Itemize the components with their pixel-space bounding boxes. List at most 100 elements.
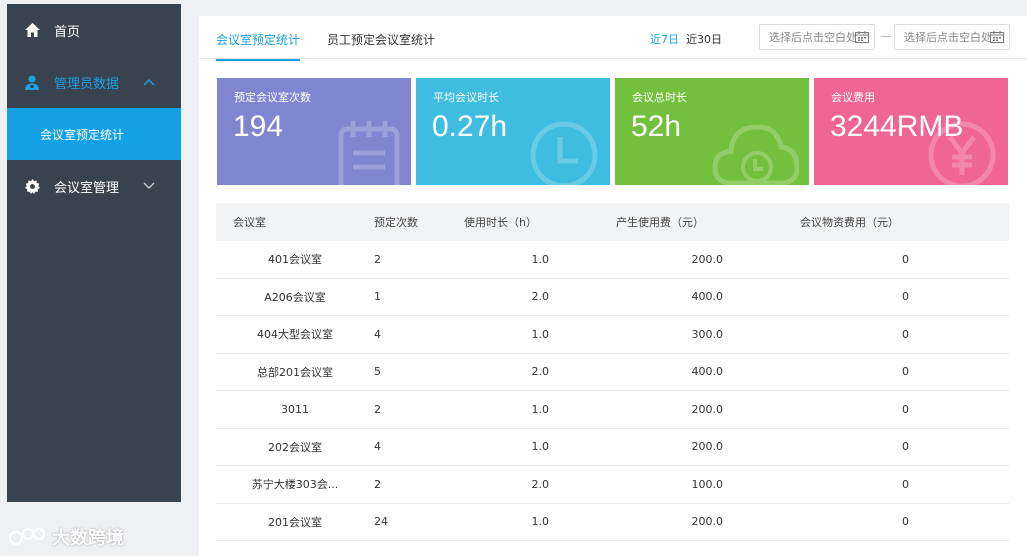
watermark-icon xyxy=(9,528,45,545)
stat-card-value: 52h xyxy=(631,110,682,143)
end-date-input[interactable]: 选择后点击空白处 xyxy=(894,24,1010,50)
cell-duration: 1.0 xyxy=(531,440,550,454)
table-row[interactable]: 3011 2 1.0 200.0 0 xyxy=(216,391,1009,429)
main-panel: 会议室预定统计 员工预定会议室统计 近7日 近30日 选择后点击空白处 选择后点… xyxy=(199,16,1027,556)
cell-duration: 1.0 xyxy=(531,402,550,416)
cell-supply-fee: 0 xyxy=(902,440,909,454)
range-7-days[interactable]: 近7日 xyxy=(650,31,679,47)
cell-supply-fee: 0 xyxy=(902,327,909,341)
top-bar: 会议室预定统计 员工预定会议室统计 近7日 近30日 选择后点击空白处 选择后点… xyxy=(199,16,1027,61)
cell-room: 总部201会议室 xyxy=(257,365,333,379)
col-header-bookings[interactable]: 预定次数 xyxy=(374,214,464,230)
cell-duration: 2.0 xyxy=(531,365,550,379)
start-date-input[interactable]: 选择后点击空白处 xyxy=(759,24,875,50)
start-date-placeholder: 选择后点击空白处 xyxy=(769,31,857,44)
cell-bookings: 2 xyxy=(374,252,381,266)
col-header-room[interactable]: 会议室 xyxy=(216,214,374,230)
cell-duration: 1.0 xyxy=(531,252,550,266)
cell-supply-fee: 0 xyxy=(902,402,909,416)
clock-icon xyxy=(530,121,598,185)
chevron-down-icon xyxy=(143,181,157,191)
end-date-placeholder: 选择后点击空白处 xyxy=(904,31,992,44)
stat-card-value: 0.27h xyxy=(432,110,508,143)
nav-room-manage[interactable]: 会议室管理 xyxy=(7,160,181,212)
calendar-icon xyxy=(855,31,869,43)
user-icon xyxy=(24,74,40,90)
cell-bookings: 24 xyxy=(374,515,388,529)
cell-room: 202会议室 xyxy=(268,440,322,454)
cell-room: 404大型会议室 xyxy=(257,328,333,342)
cell-room: 苏宁大楼303会... xyxy=(251,478,339,492)
cell-supply-fee: 0 xyxy=(902,252,909,266)
table-row[interactable]: 404大型会议室 4 1.0 300.0 0 xyxy=(216,316,1009,354)
table-row[interactable]: 总部201会议室 5 2.0 400.0 0 xyxy=(216,354,1009,391)
stat-card-label: 会议总时长 xyxy=(632,91,687,104)
cell-bookings: 2 xyxy=(374,477,381,491)
notepad-icon xyxy=(338,121,400,185)
table-row[interactable]: 苏宁大楼303会... 2 2.0 100.0 0 xyxy=(216,466,1009,504)
table-header: 会议室 预定次数 使用时长（h） 产生使用费（元） 会议物资费用（元） xyxy=(216,203,1009,241)
table-row[interactable]: 401会议室 2 1.0 200.0 0 xyxy=(216,241,1009,279)
nav-room-booking-stats-label: 会议室预定统计 xyxy=(40,127,125,142)
cell-duration: 2.0 xyxy=(531,477,550,491)
cell-bookings: 4 xyxy=(374,327,381,341)
cell-room: 201会议室 xyxy=(268,515,322,529)
cell-supply-fee: 0 xyxy=(902,477,909,491)
stat-card-meeting-cost: 会议费用 3244RMB xyxy=(814,78,1008,185)
cell-bookings: 2 xyxy=(374,402,381,416)
date-range-separator xyxy=(881,36,891,37)
cell-duration: 2.0 xyxy=(531,290,550,304)
sidebar: 首页 管理员数据 会议室预定统计 会议室管理 xyxy=(7,4,181,502)
table-row[interactable]: 201会议室 24 1.0 200.0 0 xyxy=(216,504,1009,541)
table-row[interactable]: 202会议室 4 1.0 200.0 0 xyxy=(216,429,1009,466)
nav-home-label: 首页 xyxy=(54,24,81,40)
col-header-duration[interactable]: 使用时长（h） xyxy=(464,214,616,230)
calendar-icon xyxy=(990,31,1004,43)
stat-card-label: 预定会议室次数 xyxy=(234,91,311,104)
home-icon xyxy=(24,22,40,38)
tab-employee-booking-stats[interactable]: 员工预定会议室统计 xyxy=(327,31,435,48)
cell-room: 3011 xyxy=(281,402,309,416)
tab-room-booking-stats[interactable]: 会议室预定统计 xyxy=(216,31,301,61)
range-30-days[interactable]: 近30日 xyxy=(686,31,722,47)
cell-supply-fee: 0 xyxy=(902,290,909,304)
cell-usage-fee: 200.0 xyxy=(691,440,724,454)
cell-supply-fee: 0 xyxy=(902,515,909,529)
room-stats-table: 会议室 预定次数 使用时长（h） 产生使用费（元） 会议物资费用（元） 401会… xyxy=(216,203,1009,541)
watermark-logo: 大数跨境 xyxy=(8,524,124,550)
cloud-clock-icon xyxy=(712,124,799,185)
cell-usage-fee: 200.0 xyxy=(691,252,724,266)
cell-room: 401会议室 xyxy=(268,253,322,267)
cell-usage-fee: 300.0 xyxy=(691,327,724,341)
cell-usage-fee: 200.0 xyxy=(691,515,724,529)
nav-admin-data-label: 管理员数据 xyxy=(54,76,120,92)
nav-home[interactable]: 首页 xyxy=(7,4,181,56)
stat-card-bookings: 预定会议室次数 194 xyxy=(217,78,411,185)
stat-card-label: 会议费用 xyxy=(831,91,875,104)
cell-usage-fee: 400.0 xyxy=(691,290,724,304)
cell-room: A206会议室 xyxy=(264,290,326,304)
cell-duration: 1.0 xyxy=(531,515,550,529)
gear-icon xyxy=(24,178,40,194)
stat-card-label: 平均会议时长 xyxy=(433,91,499,104)
cell-duration: 1.0 xyxy=(531,327,550,341)
cell-usage-fee: 200.0 xyxy=(691,402,724,416)
cell-supply-fee: 0 xyxy=(902,365,909,379)
cell-usage-fee: 400.0 xyxy=(691,365,724,379)
table-body: 401会议室 2 1.0 200.0 0 A206会议室 1 2.0 400.0 0 404大型会议… xyxy=(216,241,1009,541)
col-header-usage-fee[interactable]: 产生使用费（元） xyxy=(616,214,800,230)
nav-room-manage-label: 会议室管理 xyxy=(54,180,120,196)
watermark-text: 大数跨境 xyxy=(52,528,124,549)
yen-icon xyxy=(928,121,996,185)
cell-bookings: 4 xyxy=(374,440,381,454)
stat-card-total-duration: 会议总时长 52h xyxy=(615,78,809,185)
stat-card-avg-duration: 平均会议时长 0.27h xyxy=(416,78,610,185)
chevron-up-icon xyxy=(143,77,157,87)
col-header-supply-fee[interactable]: 会议物资费用（元） xyxy=(800,214,1009,230)
table-row[interactable]: A206会议室 1 2.0 400.0 0 xyxy=(216,279,1009,316)
cell-bookings: 1 xyxy=(374,290,381,304)
cell-bookings: 5 xyxy=(374,365,381,379)
nav-room-booking-stats[interactable]: 会议室预定统计 xyxy=(7,108,181,160)
stat-card-value: 194 xyxy=(233,110,284,143)
nav-admin-data[interactable]: 管理员数据 xyxy=(7,56,181,108)
